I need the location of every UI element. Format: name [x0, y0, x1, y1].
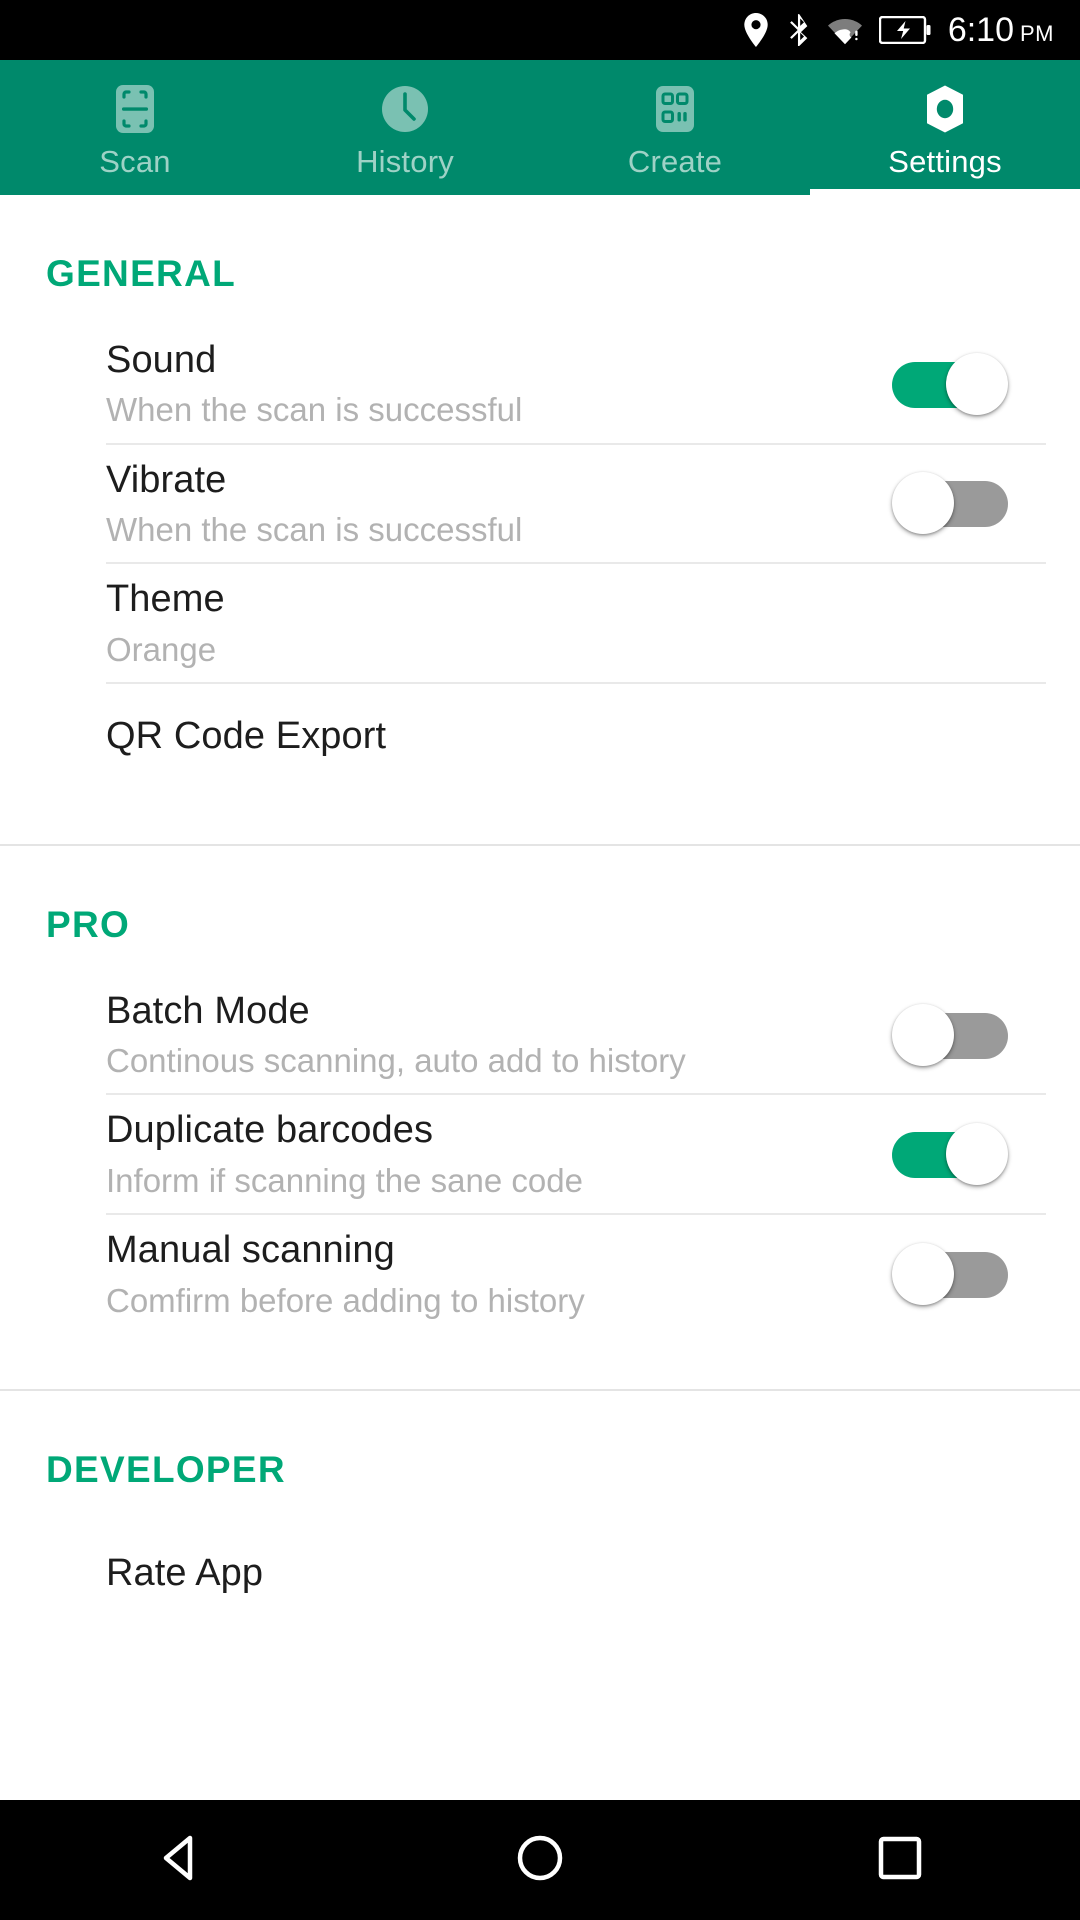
setting-row-qr-code-export-texts: QR Code Export: [106, 701, 1018, 771]
vibrate-toggle[interactable]: [892, 472, 1008, 535]
tab-create-label: Create: [627, 144, 723, 179]
top-tab-bar: Scan History Create Settings: [0, 60, 1080, 195]
batch-mode-toggle-thumb: [892, 1003, 954, 1066]
duplicate-barcodes-toggle-thumb: [946, 1123, 1008, 1186]
setting-row-duplicate-barcodes-subtitle: Inform if scanning the sane code: [106, 1161, 583, 1199]
tab-settings-label: Settings: [888, 144, 1002, 179]
status-bar-icons: [743, 13, 931, 47]
wifi-icon: [827, 15, 862, 45]
tab-scan[interactable]: Scan: [0, 60, 270, 195]
location-pin-icon: [743, 13, 769, 47]
tab-scan-label: Scan: [99, 144, 171, 179]
setting-row-sound-texts: Sound When the scan is successful: [106, 325, 892, 443]
clock-icon: [379, 83, 431, 135]
section-pro-title: PRO: [46, 903, 131, 945]
setting-row-batch-mode-subtitle: Continous scanning, auto add to history: [106, 1042, 686, 1080]
bluetooth-icon: [786, 13, 811, 47]
setting-row-rate-app[interactable]: Rate App: [106, 1521, 1046, 1625]
square-recents-icon: [872, 1830, 928, 1891]
manual-scanning-toggle[interactable]: [892, 1243, 1008, 1306]
setting-row-rate-app-texts: Rate App: [106, 1538, 1018, 1608]
scan-frame-icon: [109, 83, 161, 135]
setting-row-sound-title: Sound: [106, 339, 217, 381]
status-bar: 6:10 PM: [0, 0, 1080, 60]
setting-row-duplicate-barcodes-title: Duplicate barcodes: [106, 1109, 434, 1152]
sound-toggle[interactable]: [892, 352, 1008, 415]
setting-row-vibrate[interactable]: Vibrate When the scan is successful: [106, 445, 1046, 565]
settings-screen: 6:10 PM Scan History Create Settings GEN…: [0, 0, 1080, 1920]
section-developer-rows: Rate App: [0, 1521, 1080, 1625]
setting-row-theme-texts: Theme Orange: [106, 564, 1018, 682]
tab-settings[interactable]: Settings: [810, 60, 1080, 195]
setting-row-manual-scanning-texts: Manual scanning Comfirm before adding to…: [106, 1215, 892, 1333]
setting-row-sound-subtitle: When the scan is successful: [106, 391, 523, 429]
setting-row-qr-code-export[interactable]: QR Code Export: [106, 684, 1046, 788]
system-navigation-bar: [0, 1800, 1080, 1920]
settings-list[interactable]: GENERAL Sound When the scan is successfu…: [0, 195, 1080, 1800]
section-pro: PRO Batch Mode Continous scanning, auto …: [0, 843, 1080, 1390]
back-button[interactable]: [90, 1800, 270, 1920]
setting-row-manual-scanning-title: Manual scanning: [106, 1229, 395, 1272]
tab-history[interactable]: History: [270, 60, 540, 195]
setting-row-batch-mode-texts: Batch Mode Continous scanning, auto add …: [106, 976, 892, 1094]
setting-row-duplicate-barcodes[interactable]: Duplicate barcodes Inform if scanning th…: [106, 1095, 1046, 1216]
section-general-spacer: [0, 788, 1046, 844]
section-general: GENERAL Sound When the scan is successfu…: [0, 195, 1080, 844]
setting-row-theme-title: Theme: [106, 578, 225, 621]
setting-row-vibrate-texts: Vibrate When the scan is successful: [106, 445, 892, 563]
recents-button[interactable]: [810, 1800, 990, 1920]
clock-time: 6:10: [947, 10, 1014, 49]
manual-scanning-toggle-thumb: [892, 1243, 954, 1306]
tab-history-label: History: [356, 144, 454, 179]
home-button[interactable]: [450, 1800, 630, 1920]
section-developer: DEVELOPER Rate App: [0, 1389, 1080, 1626]
setting-row-vibrate-subtitle: When the scan is successful: [106, 510, 523, 548]
section-general-title: GENERAL: [46, 253, 236, 294]
triangle-back-icon: [152, 1830, 208, 1891]
hex-nut-icon: [919, 83, 971, 135]
setting-row-sound[interactable]: Sound When the scan is successful: [106, 325, 1046, 445]
vibrate-toggle-thumb: [892, 472, 954, 535]
setting-row-vibrate-title: Vibrate: [106, 458, 227, 501]
section-general-rows: Sound When the scan is successful Vibrat…: [0, 325, 1080, 844]
setting-row-qr-code-export-title: QR Code Export: [106, 714, 387, 757]
sound-toggle-thumb: [946, 352, 1008, 415]
section-developer-title: DEVELOPER: [46, 1449, 286, 1491]
section-pro-spacer: [0, 1333, 1046, 1389]
status-bar-clock: 6:10 PM: [948, 11, 1054, 50]
setting-row-manual-scanning[interactable]: Manual scanning Comfirm before adding to…: [106, 1215, 1046, 1333]
tab-create[interactable]: Create: [540, 60, 810, 195]
setting-row-duplicate-barcodes-texts: Duplicate barcodes Inform if scanning th…: [106, 1095, 892, 1213]
circle-home-icon: [512, 1830, 568, 1891]
clock-ampm: PM: [1020, 20, 1054, 46]
batch-mode-toggle[interactable]: [892, 1003, 1008, 1066]
setting-row-batch-mode[interactable]: Batch Mode Continous scanning, auto add …: [106, 976, 1046, 1096]
duplicate-barcodes-toggle[interactable]: [892, 1123, 1008, 1186]
battery-charging-icon: [878, 16, 931, 44]
setting-row-rate-app-title: Rate App: [106, 1551, 264, 1594]
setting-row-manual-scanning-subtitle: Comfirm before adding to history: [106, 1281, 585, 1319]
section-pro-rows: Batch Mode Continous scanning, auto add …: [0, 976, 1080, 1389]
setting-row-theme-value: Orange: [106, 630, 217, 668]
qr-grid-icon: [649, 83, 701, 135]
setting-row-theme[interactable]: Theme Orange: [106, 564, 1046, 684]
setting-row-batch-mode-title: Batch Mode: [106, 989, 310, 1032]
